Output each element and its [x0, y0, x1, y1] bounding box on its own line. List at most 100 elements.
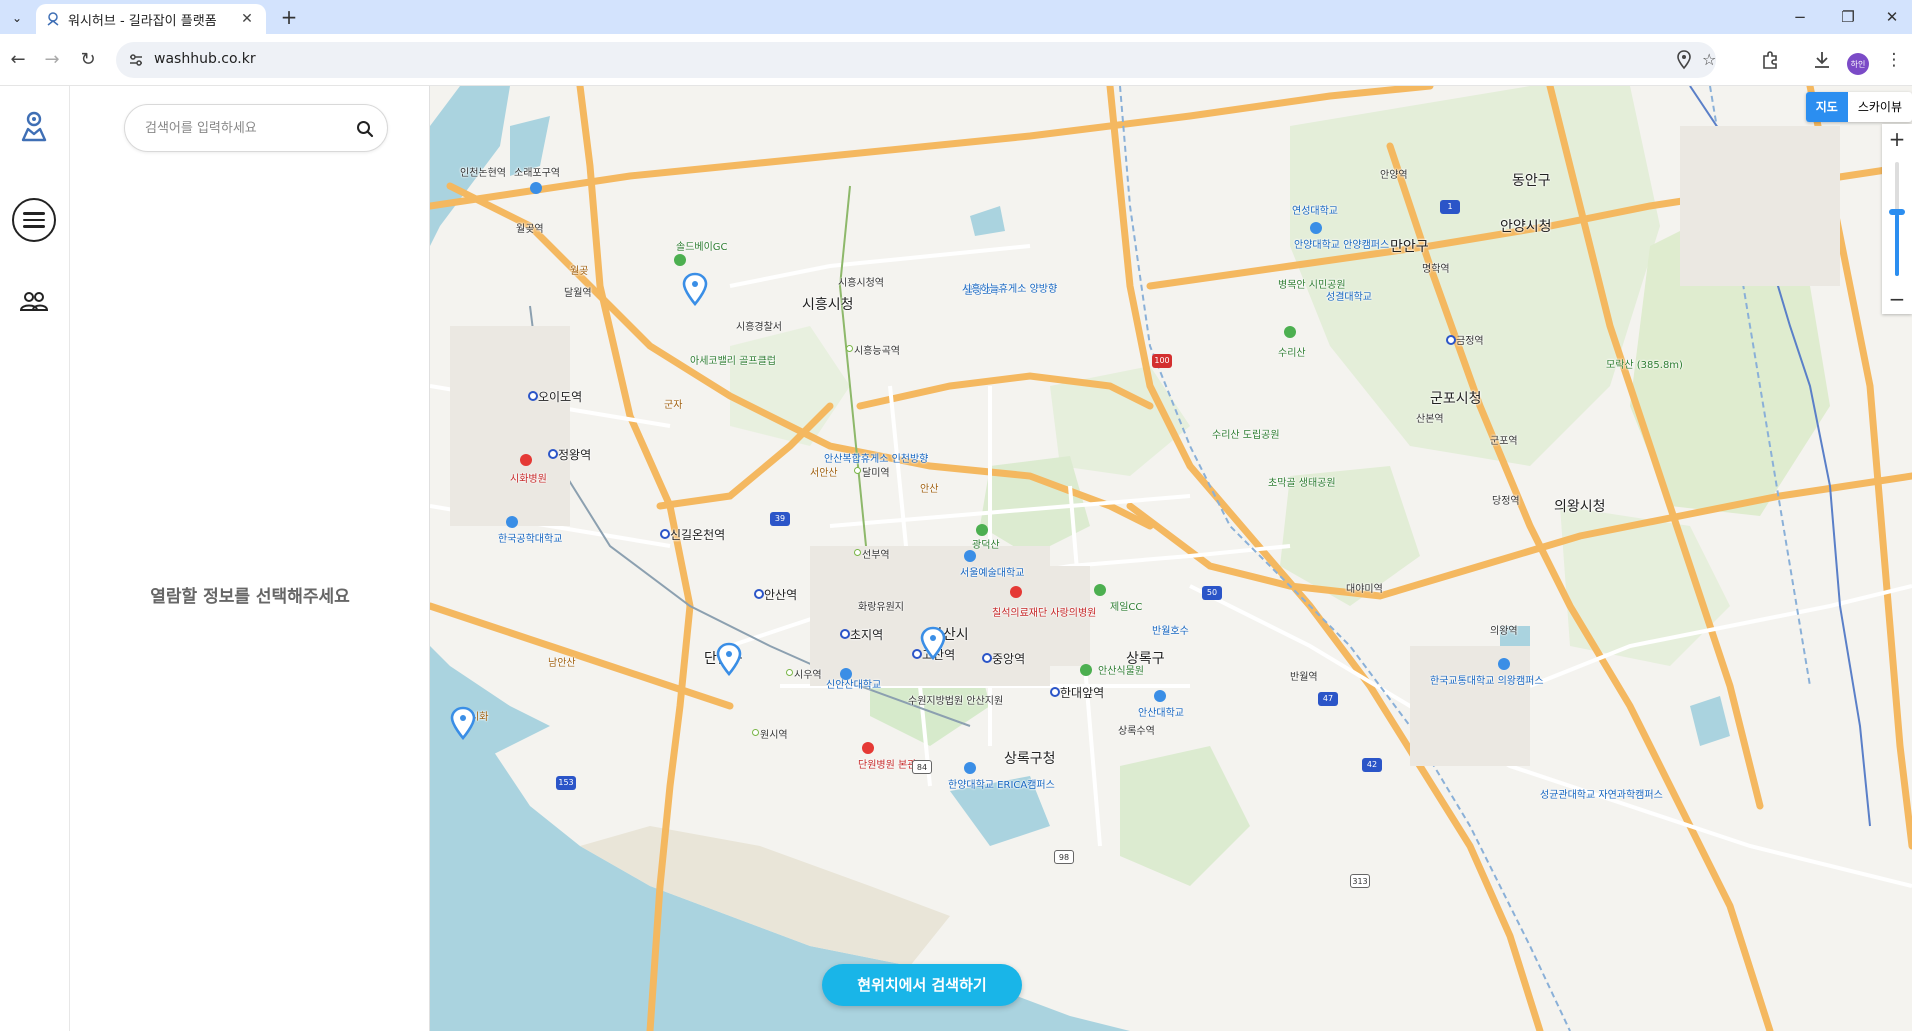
- park-icon[interactable]: [1080, 664, 1092, 676]
- label-anyang-univ: 안양대학교 안양캠퍼스: [1294, 240, 1390, 251]
- extensions-icon[interactable]: [1758, 48, 1782, 72]
- label-geumjeong-station: 금정역: [1456, 336, 1484, 347]
- site-info-icon[interactable]: [128, 52, 144, 68]
- university-icon[interactable]: [506, 516, 518, 528]
- back-icon[interactable]: ←: [6, 48, 30, 72]
- browser-tab-bar: ⌄ 워시허브 - 길라잡이 플랫폼 ✕ + − ❐ ✕: [0, 0, 1912, 34]
- label-chilseok-hospital: 칠석의료재단 사랑의병원: [992, 608, 1097, 619]
- mountain-icon[interactable]: [1284, 326, 1296, 338]
- map-view[interactable]: 시흥시청 시흥시청역 시흥경찰서 안산시 단원구 상록구 상록구청 만안구 안양…: [430, 86, 1912, 1031]
- location-pin-icon[interactable]: [682, 272, 708, 306]
- subway-station-marker[interactable]: [528, 391, 538, 401]
- label-chomak-park: 초막골 생태공원: [1268, 478, 1336, 489]
- location-pin-icon[interactable]: [450, 706, 476, 740]
- label-seonbu-station: 선부역: [862, 550, 890, 561]
- university-icon[interactable]: [1154, 690, 1166, 702]
- subway-station-marker[interactable]: [754, 589, 764, 599]
- label-myeonghak-station: 명학역: [1422, 264, 1450, 275]
- hospital-icon[interactable]: [862, 742, 874, 754]
- tab-search-icon[interactable]: ⌄: [6, 7, 28, 29]
- location-pin-icon[interactable]: [920, 626, 946, 660]
- mountain-icon[interactable]: [976, 524, 988, 536]
- rail-stop-marker[interactable]: [854, 467, 861, 474]
- university-icon[interactable]: [840, 668, 852, 680]
- rail-stop-marker[interactable]: [752, 729, 759, 736]
- label-aseuco-golf: 아세코밸리 골프클럽: [690, 356, 776, 367]
- university-icon[interactable]: [964, 762, 976, 774]
- label-jungang-station: 중앙역: [992, 652, 1026, 666]
- university-icon[interactable]: [1498, 658, 1510, 670]
- subway-station-marker[interactable]: [1446, 335, 1456, 345]
- rail-stop-marker[interactable]: [846, 345, 853, 352]
- label-solddbay-gc: 솔드베이GC: [676, 242, 728, 253]
- reload-icon[interactable]: ↻: [76, 48, 100, 72]
- zoom-slider-handle[interactable]: [1889, 209, 1905, 215]
- more-menu-icon[interactable]: ⋮: [1882, 48, 1906, 72]
- label-suri-mountain: 수리산: [1278, 348, 1306, 359]
- route-shield-153: 153: [556, 776, 576, 790]
- search-input[interactable]: [145, 117, 345, 139]
- subway-station-marker[interactable]: [548, 449, 558, 459]
- browser-tab[interactable]: 워시허브 - 길라잡이 플랫폼 ✕: [36, 4, 266, 34]
- location-pin-icon[interactable]: [716, 642, 742, 676]
- bookmark-star-icon[interactable]: ☆: [1702, 50, 1716, 69]
- label-siheung-city: 시흥시청: [802, 297, 854, 313]
- users-icon[interactable]: [20, 290, 48, 312]
- subway-station-marker[interactable]: [660, 529, 670, 539]
- subway-station-marker[interactable]: [840, 629, 850, 639]
- left-rail: [0, 86, 70, 1031]
- restore-icon[interactable]: ❐: [1838, 8, 1858, 26]
- label-korea-transport-univ: 한국교통대학교 의왕캠퍼스: [1430, 676, 1544, 687]
- forward-icon[interactable]: →: [40, 48, 64, 72]
- label-banwol-station: 반월역: [1290, 672, 1318, 683]
- tab-close-icon[interactable]: ✕: [238, 11, 256, 27]
- zoom-out-button[interactable]: −: [1882, 284, 1912, 314]
- info-panel: 열람할 정보를 선택해주세요: [70, 86, 430, 1031]
- label-anyang-city: 안양시청: [1500, 219, 1552, 235]
- label-hanyang-erica: 한양대학교 ERICA캠퍼스: [948, 780, 1055, 791]
- new-tab-icon[interactable]: +: [278, 7, 300, 29]
- label-sungkyunkwan: 성균관대학교 자연과학캠퍼스: [1540, 790, 1663, 801]
- app-root: 열람할 정보를 선택해주세요: [0, 86, 1912, 1031]
- university-icon[interactable]: [1310, 222, 1322, 234]
- rail-stop-marker[interactable]: [854, 549, 861, 556]
- search-current-location-button[interactable]: 현위치에서 검색하기: [822, 964, 1022, 1006]
- washhub-logo-icon[interactable]: [20, 110, 48, 142]
- label-dalmi-station: 달미역: [862, 468, 890, 479]
- close-window-icon[interactable]: ✕: [1882, 8, 1902, 26]
- golf-icon[interactable]: [1094, 584, 1106, 596]
- hospital-icon[interactable]: [1010, 586, 1022, 598]
- search-icon[interactable]: [355, 119, 375, 139]
- route-shield-313: 313: [1350, 874, 1370, 888]
- route-shield-47: 47: [1318, 692, 1338, 706]
- label-ansan-botanical: 안산식물원: [1098, 666, 1144, 677]
- zoom-in-button[interactable]: +: [1882, 124, 1912, 154]
- maptype-skyview-button[interactable]: 스카이뷰: [1848, 92, 1912, 122]
- download-icon[interactable]: [1810, 48, 1834, 72]
- label-soraepogu-station: 소래포구역: [514, 168, 560, 179]
- university-icon[interactable]: [530, 182, 542, 194]
- label-sihwa-hospital: 시화병원: [510, 474, 547, 485]
- rail-stop-marker[interactable]: [786, 669, 793, 676]
- address-bar[interactable]: washhub.co.kr ☆: [116, 42, 1716, 78]
- label-dongan-gu: 동안구: [1512, 173, 1551, 189]
- golf-icon[interactable]: [674, 254, 686, 266]
- university-icon[interactable]: [964, 550, 976, 562]
- hospital-icon[interactable]: [520, 454, 532, 466]
- hamburger-menu-button[interactable]: [12, 198, 56, 242]
- label-incheon-nonhyeon-station: 인천논현역: [460, 168, 506, 179]
- label-anyang-station: 안양역: [1380, 170, 1408, 181]
- label-gunja-jc: 군자: [664, 400, 683, 411]
- label-oido-station: 오이도역: [538, 390, 583, 404]
- route-shield-39: 39: [770, 512, 790, 526]
- maptype-map-button[interactable]: 지도: [1805, 92, 1848, 122]
- label-ansan-station: 안산역: [764, 588, 798, 602]
- subway-station-marker[interactable]: [982, 653, 992, 663]
- location-icon[interactable]: [1676, 50, 1692, 70]
- profile-avatar[interactable]: 하인: [1847, 53, 1869, 75]
- label-gunpo-station: 군포역: [1490, 436, 1518, 447]
- label-wonsi-station: 원시역: [760, 730, 788, 741]
- label-suri-park: 수리산 도립공원: [1212, 430, 1280, 441]
- minimize-icon[interactable]: −: [1790, 8, 1810, 26]
- subway-station-marker[interactable]: [1050, 687, 1060, 697]
